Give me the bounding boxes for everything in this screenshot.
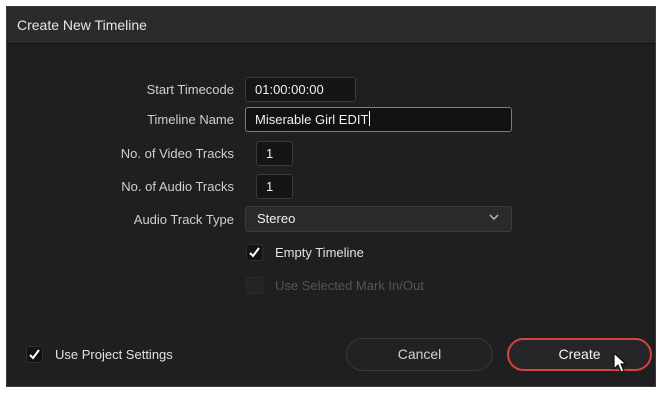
timeline-name-value: Miserable Girl EDIT [255, 112, 369, 127]
timeline-name-input[interactable]: Miserable Girl EDIT [245, 107, 512, 132]
audio-track-type-select[interactable]: Stereo [245, 206, 512, 232]
start-timecode-input[interactable]: 01:00:00:00 [245, 77, 356, 102]
mouse-pointer-icon [613, 352, 627, 373]
dialog-titlebar: Create New Timeline [7, 7, 655, 44]
empty-timeline-label: Empty Timeline [275, 245, 364, 260]
audio-tracks-label: No. of Audio Tracks [121, 179, 234, 194]
empty-timeline-checkbox[interactable] [246, 244, 263, 261]
start-timecode-label: Start Timecode [146, 82, 234, 97]
audio-track-type-label: Audio Track Type [133, 212, 234, 227]
audio-tracks-input[interactable]: 1 [256, 174, 293, 199]
create-button[interactable]: Create [507, 338, 652, 371]
create-new-timeline-dialog: Create New Timeline Start Timecode 01:00… [6, 6, 656, 387]
audio-track-type-value: Stereo [257, 211, 296, 226]
timeline-name-label: Timeline Name [147, 112, 234, 127]
use-project-settings-label: Use Project Settings [55, 347, 173, 362]
audio-tracks-value: 1 [266, 179, 274, 194]
use-selected-mark-checkbox[interactable] [246, 277, 263, 294]
text-cursor [369, 111, 371, 126]
chevron-down-icon [489, 214, 499, 220]
dialog-title: Create New Timeline [17, 17, 147, 33]
checkmark-icon [249, 247, 260, 258]
checkmark-icon [29, 349, 40, 360]
use-project-settings-checkbox[interactable] [26, 346, 43, 363]
cancel-button[interactable]: Cancel [346, 338, 493, 371]
use-selected-mark-label: Use Selected Mark In/Out [275, 278, 424, 293]
video-tracks-value: 1 [266, 146, 274, 161]
start-timecode-value: 01:00:00:00 [255, 82, 324, 97]
video-tracks-input[interactable]: 1 [256, 141, 293, 166]
video-tracks-label: No. of Video Tracks [120, 146, 234, 161]
